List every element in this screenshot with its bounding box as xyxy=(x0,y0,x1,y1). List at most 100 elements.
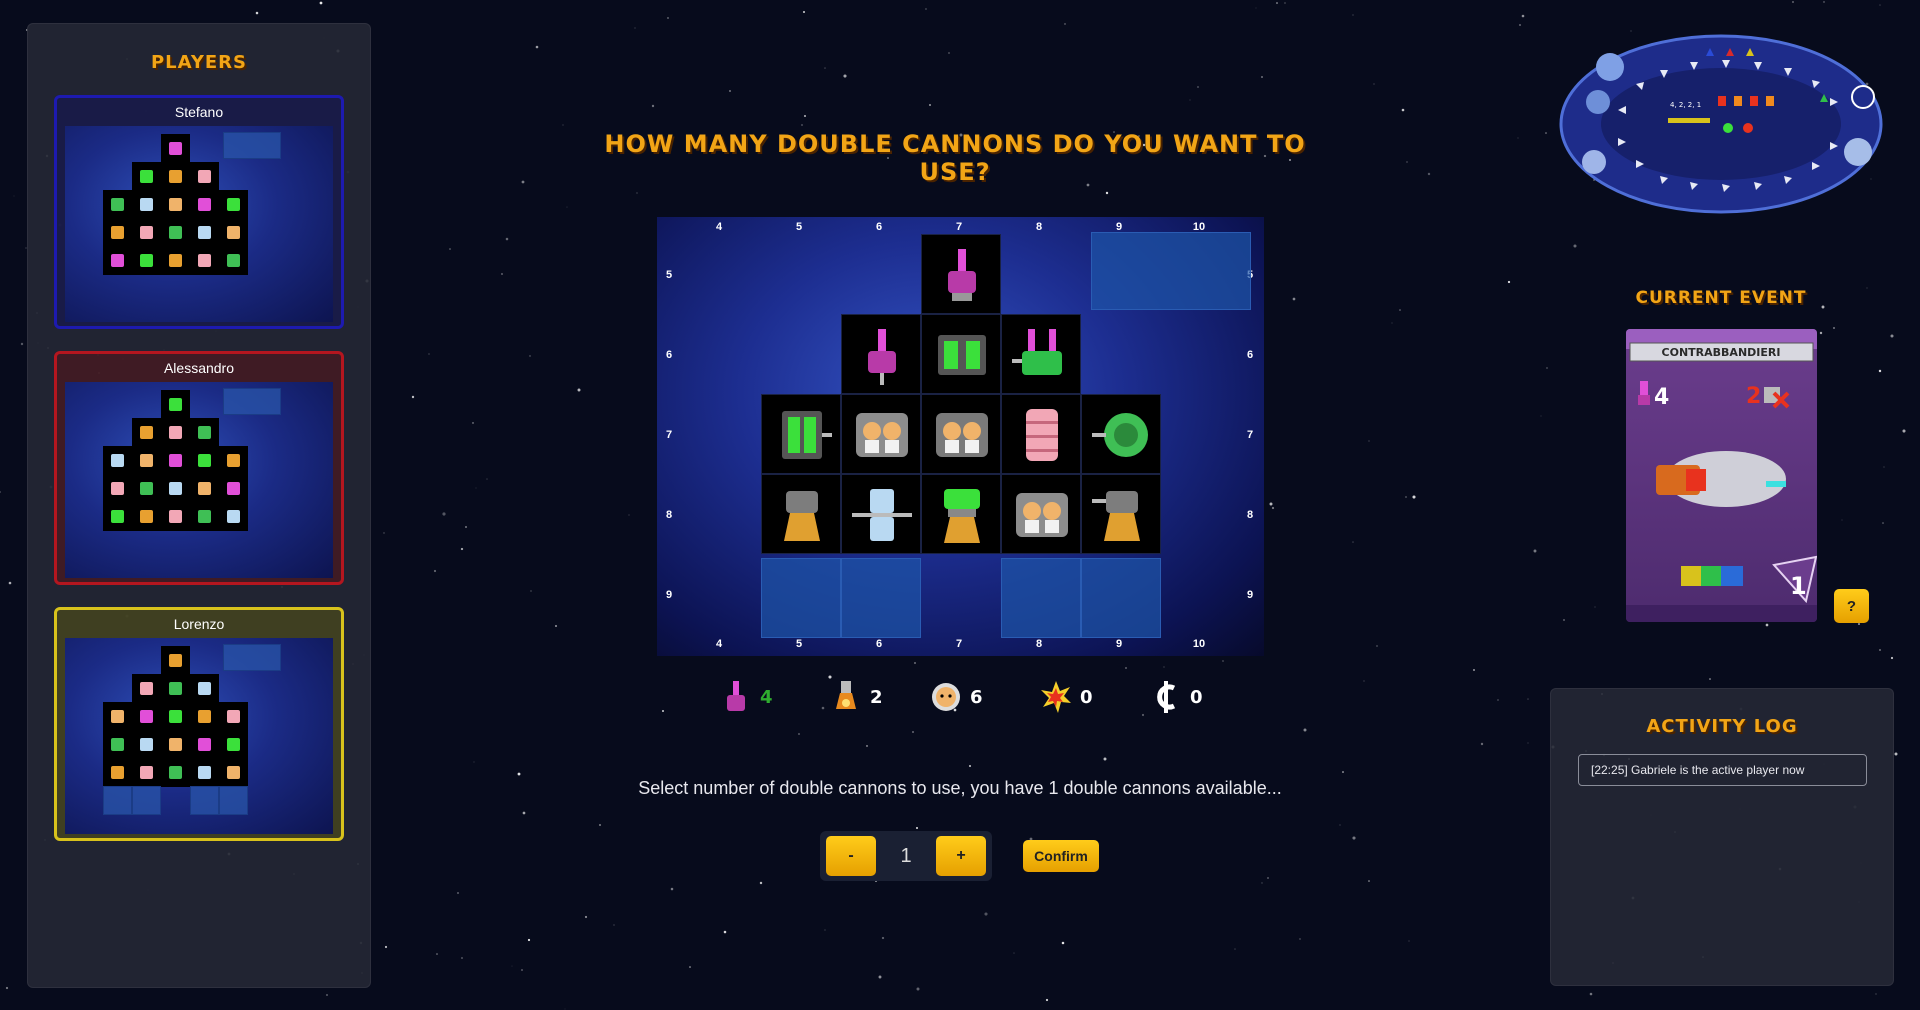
ship-tile-battery[interactable] xyxy=(921,314,1001,394)
mini-component xyxy=(227,226,240,239)
mini-component xyxy=(140,198,153,211)
reserved-components-slot[interactable] xyxy=(1091,232,1251,310)
mini-component xyxy=(198,510,211,523)
mini-component xyxy=(227,510,240,523)
player-card-alessandro[interactable]: Alessandro xyxy=(54,351,344,585)
event-flight-days: 1 xyxy=(1790,572,1807,600)
ship-tile-cabin[interactable] xyxy=(1001,474,1081,554)
mini-component xyxy=(198,454,211,467)
column-label: 10 xyxy=(1192,638,1206,650)
instruction-text: Select number of double cannons to use, … xyxy=(638,778,1282,798)
crew-stat-value: 6 xyxy=(970,686,983,708)
crew-stat: 6 xyxy=(930,677,983,717)
row-label: 9 xyxy=(665,589,673,601)
mini-component xyxy=(169,682,182,695)
crew-cabin-icon xyxy=(856,413,908,457)
ship-tile-cannon[interactable] xyxy=(841,314,921,394)
mini-component xyxy=(140,682,153,695)
empty-slot[interactable] xyxy=(841,558,921,638)
player-name: Stefano xyxy=(174,104,224,120)
engine-icon xyxy=(1092,491,1140,541)
double-cannon-icon xyxy=(1012,329,1062,375)
mini-component xyxy=(140,226,153,239)
ship-tile-engine[interactable] xyxy=(921,474,1001,554)
mini-reserve-slot xyxy=(132,786,161,815)
flight-board[interactable]: 4, 2, 2, 1 xyxy=(1558,32,1884,217)
ship-tile-double-cannon[interactable] xyxy=(1001,314,1081,394)
player-card-lorenzo[interactable]: Lorenzo xyxy=(54,607,344,841)
purple-cannon-icon xyxy=(868,329,896,385)
mini-component xyxy=(111,766,124,779)
mini-component xyxy=(169,142,182,155)
mini-component xyxy=(227,710,240,723)
help-button[interactable]: ? xyxy=(1834,589,1869,623)
empty-slot[interactable] xyxy=(1001,558,1081,638)
mini-reserve-slot xyxy=(219,786,248,815)
player-name: Alessandro xyxy=(163,360,235,376)
ship-board: 4 5 6 7 8 9 10 4 5 6 7 8 9 10 5 6 7 8 9 … xyxy=(657,217,1264,656)
empty-slot[interactable] xyxy=(761,558,841,638)
mini-reserve-slot xyxy=(223,388,281,415)
column-label: 4 xyxy=(715,221,723,233)
player-ship-board xyxy=(65,382,333,578)
mini-component xyxy=(198,682,211,695)
mini-component xyxy=(198,170,211,183)
ship-tile-cargo[interactable] xyxy=(1001,394,1081,474)
mini-component xyxy=(198,766,211,779)
activity-log-panel: Activity Log [22:25] Gabriele is the act… xyxy=(1550,688,1894,986)
empty-slot[interactable] xyxy=(1081,558,1161,638)
mini-component xyxy=(227,738,240,751)
mini-component xyxy=(227,254,240,267)
player-card-stefano[interactable]: Stefano xyxy=(54,95,344,329)
mini-component xyxy=(140,254,153,267)
ship-tile-battery[interactable] xyxy=(761,394,841,474)
current-event-title: Current Event xyxy=(1635,288,1807,308)
column-label: 9 xyxy=(1115,638,1123,650)
row-label: 7 xyxy=(665,429,673,441)
ship-tile-structure[interactable] xyxy=(841,474,921,554)
engine-stat-value: 2 xyxy=(870,686,883,708)
column-label: 7 xyxy=(955,221,963,233)
event-card-smugglers[interactable]: CONTRABBANDIERI 4 2 1 xyxy=(1626,329,1817,622)
mini-reserve-slot xyxy=(103,786,132,815)
log-entry: [22:25] Gabriele is the active player no… xyxy=(1578,754,1867,786)
increment-button[interactable]: + xyxy=(936,836,986,876)
ship-tile-main-cabin[interactable] xyxy=(921,394,1001,474)
mini-component xyxy=(111,254,124,267)
confirm-button[interactable]: Confirm xyxy=(1023,840,1099,872)
mini-component xyxy=(169,510,182,523)
mini-component xyxy=(111,482,124,495)
players-panel: Players Stefano Alessandro Lorenzo xyxy=(27,23,371,988)
exposed-connectors-stat-value: 0 xyxy=(1080,686,1093,708)
mini-component xyxy=(140,170,153,183)
ship-tile-engine[interactable] xyxy=(761,474,841,554)
engine-icon xyxy=(836,681,856,709)
row-label: 6 xyxy=(1246,349,1254,361)
mini-component xyxy=(169,654,182,667)
mini-component xyxy=(169,738,182,751)
player-ship-board xyxy=(65,638,333,834)
mini-component xyxy=(198,482,211,495)
credit-icon xyxy=(1157,681,1176,713)
cannon-stat-value: 4 xyxy=(760,686,773,708)
mini-component xyxy=(111,226,124,239)
purple-cannon-icon xyxy=(948,249,976,301)
ship-tile-engine[interactable] xyxy=(1081,474,1161,554)
player-name: Lorenzo xyxy=(173,616,225,632)
mini-component xyxy=(227,766,240,779)
event-card-name: CONTRABBANDIERI xyxy=(1662,346,1781,359)
mini-component xyxy=(140,454,153,467)
ship-tile-shield[interactable] xyxy=(1081,394,1161,474)
ship-tile-cannon[interactable] xyxy=(921,234,1001,314)
event-card-art: CONTRABBANDIERI 4 2 1 xyxy=(1626,329,1817,622)
shield-generator-icon xyxy=(1092,413,1148,457)
column-label: 5 xyxy=(795,638,803,650)
mini-component xyxy=(140,766,153,779)
credits-stat-value: 0 xyxy=(1190,686,1203,708)
mini-reserve-slot xyxy=(190,786,219,815)
flight-summary-text: 4, 2, 2, 1 xyxy=(1670,101,1701,109)
mini-component xyxy=(140,510,153,523)
decrement-button[interactable]: - xyxy=(826,836,876,876)
stepper-value: 1 xyxy=(900,845,912,867)
ship-tile-cabin[interactable] xyxy=(841,394,921,474)
